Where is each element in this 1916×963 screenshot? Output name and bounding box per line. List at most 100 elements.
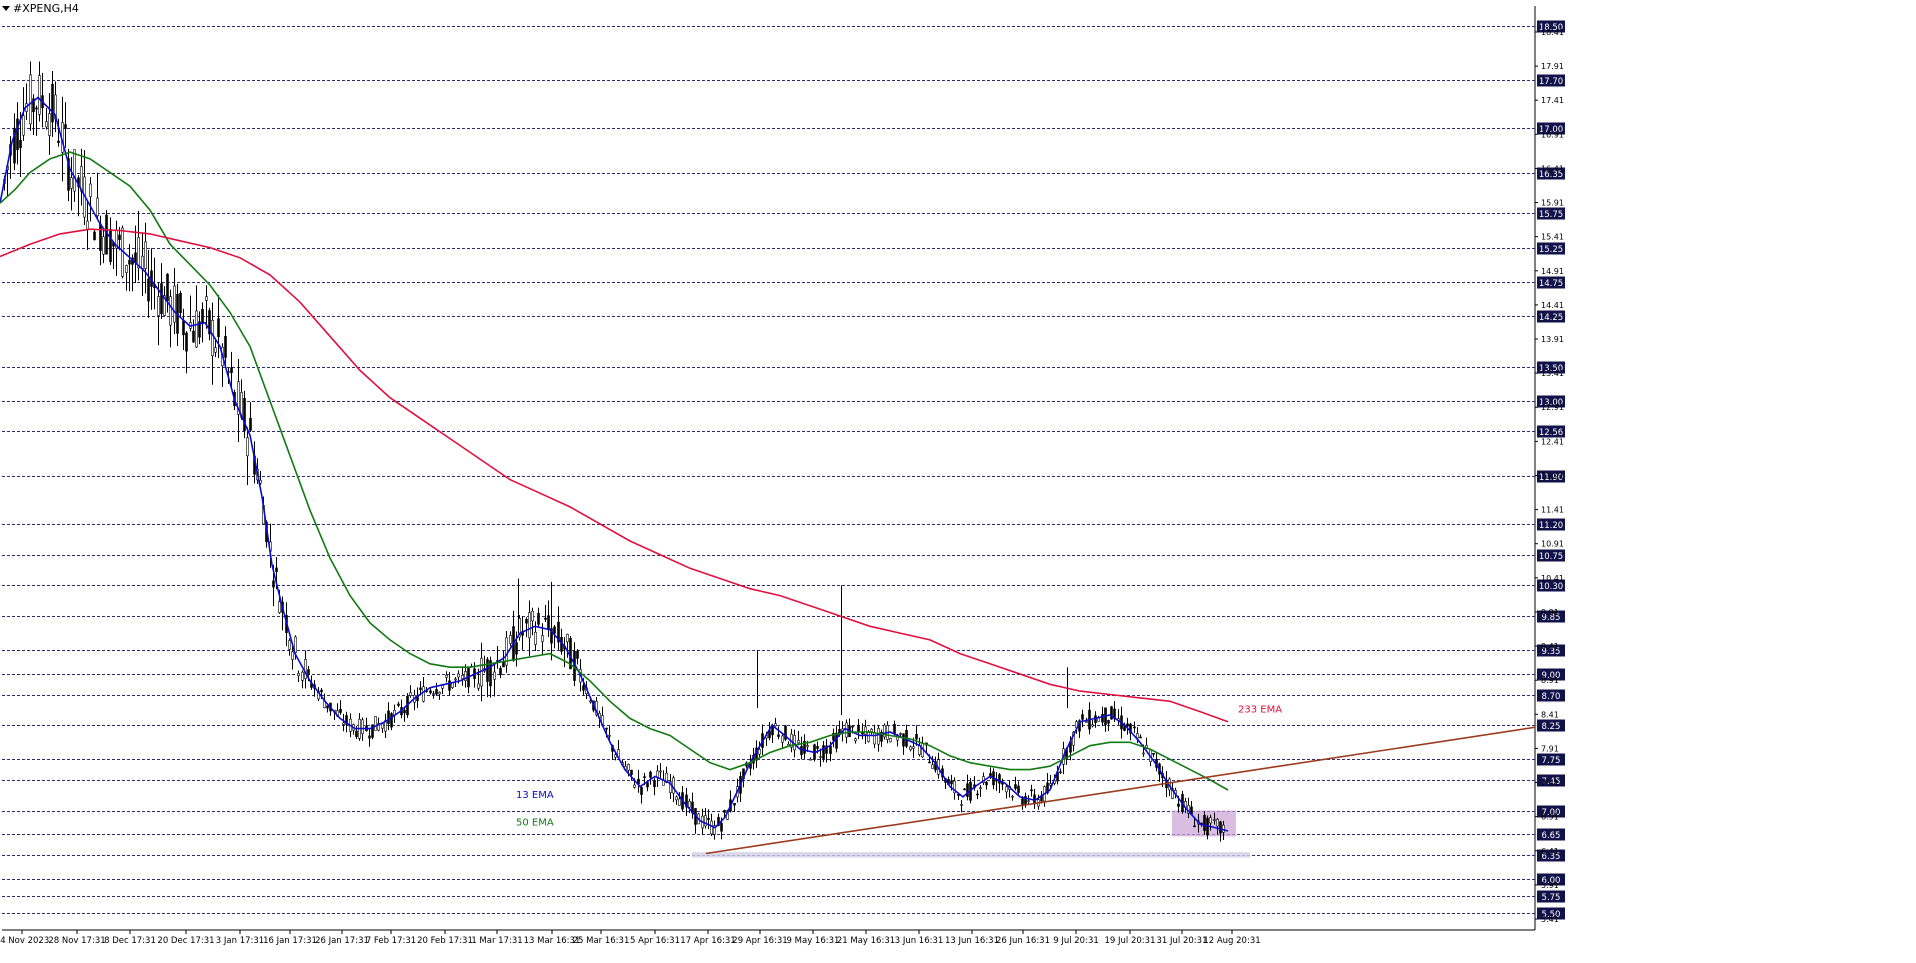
candle-body [643, 776, 646, 778]
y-tick-label: 14.41 [1541, 301, 1564, 310]
candle-body [1213, 819, 1216, 822]
candle-body [633, 784, 636, 788]
candle-body [387, 710, 390, 724]
candle-body [102, 236, 105, 255]
candle-body [486, 659, 489, 682]
y-tick-label: 7.41 [1541, 779, 1559, 788]
candle-body [205, 296, 208, 301]
candle-body [57, 140, 60, 144]
price-tag-label: 6.65 [1542, 831, 1561, 841]
candle-body [409, 692, 412, 696]
candle-body [355, 730, 358, 737]
candle-body [297, 673, 300, 677]
candle-body [64, 124, 67, 129]
candle-body [422, 686, 425, 702]
candle-body [93, 231, 96, 241]
candle-body [928, 761, 931, 764]
candle-body [582, 685, 585, 691]
candle-body [307, 669, 310, 675]
candle-body [457, 673, 460, 678]
candle-body [1081, 714, 1084, 720]
candle-body [160, 283, 163, 315]
x-tick-label: 26 Jun 16:31 [996, 936, 1050, 946]
candle-body [35, 107, 38, 110]
y-tick-label: 16.91 [1541, 130, 1564, 139]
candle-body [301, 671, 304, 681]
candle-body [541, 635, 544, 642]
candle-body [224, 335, 227, 358]
y-tick-label: 11.91 [1541, 471, 1564, 480]
candle-body [1152, 753, 1155, 755]
candle-body [397, 703, 400, 706]
candle-body [125, 265, 128, 273]
candle-body [774, 723, 777, 727]
candle-body [605, 727, 608, 730]
x-tick-label: 14 Nov 2023 [0, 936, 49, 946]
candle-body [640, 787, 643, 795]
candle-body [893, 723, 896, 734]
candle-body [902, 733, 905, 747]
menu-triangle-icon[interactable] [2, 6, 10, 11]
candle-body [678, 798, 681, 806]
candle-body [1059, 771, 1062, 774]
y-tick-label: 15.41 [1541, 233, 1564, 242]
candle-body [144, 241, 147, 269]
candle-body [278, 601, 281, 614]
candle-body [1142, 752, 1145, 755]
price-chart[interactable]: 18.5017.7017.0016.3515.7515.2514.7514.25… [0, 0, 1916, 963]
y-tick-label: 10.91 [1541, 540, 1564, 549]
candle-body [851, 725, 854, 728]
y-tick-label: 6.91 [1541, 813, 1559, 822]
candle-body [1177, 803, 1180, 807]
candle-body [1107, 719, 1110, 724]
candle-body [864, 726, 867, 735]
candle-body [173, 285, 176, 323]
candle-body [448, 680, 451, 691]
candle-body [169, 296, 172, 326]
price-tag-label: 15.75 [1539, 210, 1563, 220]
candle-body [777, 734, 780, 737]
candle-body [976, 793, 979, 796]
candle-body [915, 733, 918, 740]
chart-title-bar[interactable]: #XPENG,H4 [2, 2, 79, 15]
candle-body [998, 774, 1001, 784]
x-tick-label: 19 Jul 20:31 [1105, 936, 1156, 946]
candle-body [147, 278, 150, 302]
candle-body [368, 735, 371, 739]
candle-body [326, 705, 329, 709]
candle-body [304, 658, 307, 679]
candle-body [1133, 726, 1136, 729]
y-tick-label: 7.91 [1541, 744, 1559, 753]
price-tag-label: 14.25 [1539, 313, 1563, 323]
candle-body [857, 724, 860, 733]
price-tag-label: 10.30 [1539, 582, 1563, 592]
candle-body [829, 745, 832, 754]
candle-body [710, 820, 713, 835]
candle-body [707, 818, 710, 820]
candle-body [515, 642, 518, 655]
candle-body [800, 746, 803, 756]
candle-body [547, 615, 550, 630]
candle-body [288, 640, 291, 650]
y-tick-label: 18.41 [1541, 28, 1564, 37]
candle-body [819, 756, 822, 758]
ema-line-50-ema [0, 151, 1229, 791]
candle-body [835, 732, 838, 749]
candle-body [963, 788, 966, 791]
candle-body [1085, 721, 1088, 723]
candle-body [1136, 733, 1139, 739]
candle-body [1030, 789, 1033, 792]
candle-body [608, 734, 611, 737]
x-tick-label: 26 Jan 17:31 [315, 936, 369, 946]
candle-body [22, 115, 25, 136]
ema-line-233-ema [0, 228, 1229, 723]
x-tick-label: 16 Jan 17:31 [263, 936, 317, 946]
candle-body [525, 618, 528, 624]
candle-body [653, 780, 656, 788]
candle-body [454, 678, 457, 681]
x-tick-label: 20 Dec 17:31 [157, 936, 214, 946]
candle-body [118, 234, 121, 240]
x-tick-label: 21 May 16:31 [837, 936, 895, 946]
candle-body [950, 780, 953, 785]
y-tick-label: 12.41 [1541, 437, 1564, 446]
